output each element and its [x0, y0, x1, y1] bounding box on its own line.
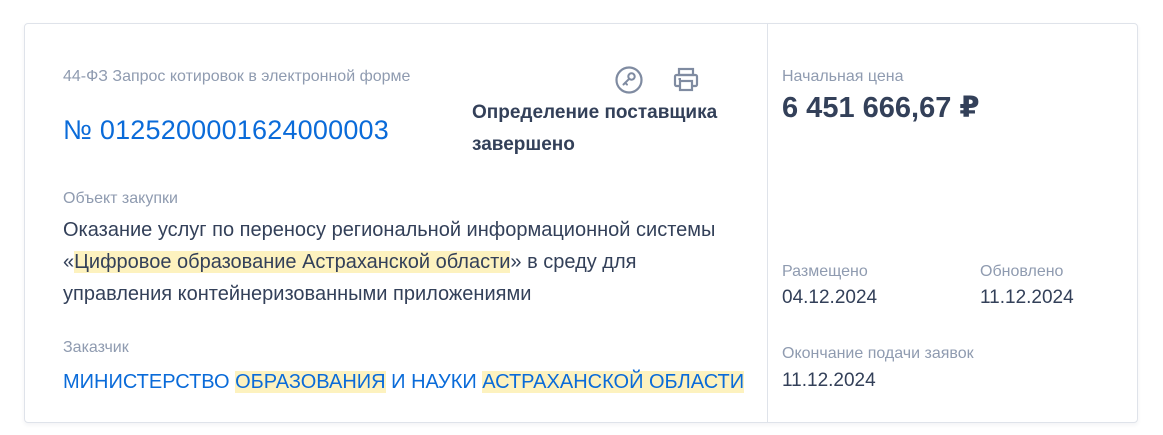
- customer-part-4: АСТРАХАНСКОЙ ОБЛАСТИ: [482, 371, 745, 393]
- customer-label: Заказчик: [63, 339, 129, 356]
- updated-label: Обновлено: [980, 263, 1064, 280]
- object-description: Оказание услуг по переносу региональной …: [63, 214, 743, 310]
- end-date: 11.12.2024: [782, 370, 876, 391]
- column-divider: [767, 24, 768, 422]
- purchase-number-link[interactable]: № 0125200001624000003: [63, 115, 389, 146]
- posted-date: 04.12.2024: [782, 287, 878, 308]
- updated-date: 11.12.2024: [980, 287, 1074, 308]
- customer-link[interactable]: МИНИСТЕРСТВО ОБРАЗОВАНИЯ И НАУКИ АСТРАХА…: [63, 366, 745, 398]
- customer-part-2: ОБРАЗОВАНИЯ: [235, 371, 386, 393]
- purchase-card: 44-ФЗ Запрос котировок в электронной фор…: [24, 23, 1138, 423]
- key-icon: [615, 66, 643, 94]
- price-value: 6 451 666,67 ₽: [782, 92, 980, 124]
- purchase-status: Определение поставщика завершено: [472, 102, 718, 155]
- customer-part-1: МИНИСТЕРСТВО: [63, 371, 236, 393]
- printer-icon: [673, 67, 699, 92]
- object-label: Объект закупки: [63, 190, 178, 207]
- key-button[interactable]: [614, 65, 644, 95]
- posted-label: Размещено: [782, 263, 868, 280]
- print-button[interactable]: [671, 65, 701, 95]
- object-text-highlight: Цифровое образование Астраханской област…: [74, 251, 511, 273]
- customer-part-3: И НАУКИ: [385, 371, 483, 393]
- price-label: Начальная цена: [782, 68, 904, 85]
- purchase-type-label: 44-ФЗ Запрос котировок в электронной фор…: [63, 68, 411, 85]
- end-label: Окончание подачи заявок: [782, 345, 974, 362]
